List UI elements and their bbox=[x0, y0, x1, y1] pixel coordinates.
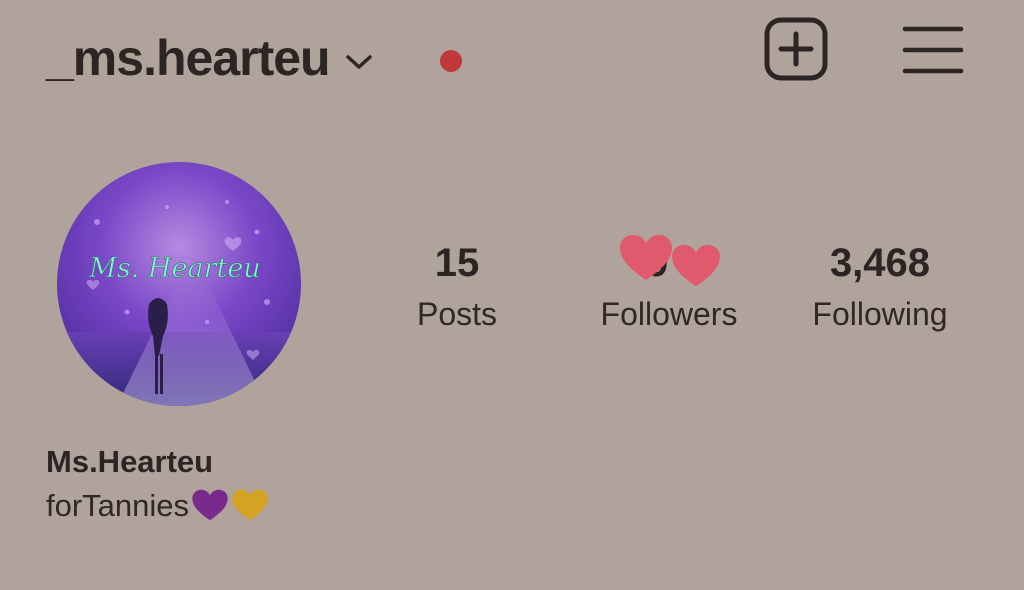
stat-following[interactable]: 3,468 Following bbox=[800, 238, 960, 340]
followers-count: 9 bbox=[578, 235, 760, 288]
bio-text-content: forTannies bbox=[46, 488, 190, 523]
notification-dot bbox=[440, 50, 462, 72]
followers-label: Followers bbox=[600, 296, 738, 332]
stat-posts[interactable]: 15 Posts bbox=[396, 238, 518, 340]
heart-sticker-icon bbox=[672, 244, 720, 287]
avatar-image: Ms. Hearteu bbox=[57, 162, 301, 406]
following-count: 3,468 bbox=[829, 241, 931, 285]
posts-count: 15 bbox=[434, 241, 480, 285]
avatar-script-text: Ms. Hearteu bbox=[88, 253, 260, 284]
username: _ms.hearteu bbox=[46, 30, 331, 86]
following-label: Following bbox=[812, 296, 948, 332]
plus-square-icon[interactable] bbox=[764, 17, 828, 81]
display-name: Ms.Hearteu bbox=[46, 444, 214, 479]
hamburger-menu-icon[interactable] bbox=[902, 24, 964, 76]
bio-text: forTannies bbox=[46, 486, 269, 526]
username-switcher[interactable]: _ms.hearteu bbox=[46, 28, 374, 88]
purple-heart-icon bbox=[192, 489, 228, 521]
stat-followers[interactable]: 9 Followers bbox=[578, 235, 760, 340]
heart-sticker-icon bbox=[620, 235, 672, 280]
profile-avatar[interactable]: Ms. Hearteu bbox=[57, 162, 301, 406]
chevron-down-icon bbox=[345, 55, 372, 69]
yellow-heart-icon bbox=[232, 489, 268, 521]
posts-label: Posts bbox=[416, 296, 498, 332]
